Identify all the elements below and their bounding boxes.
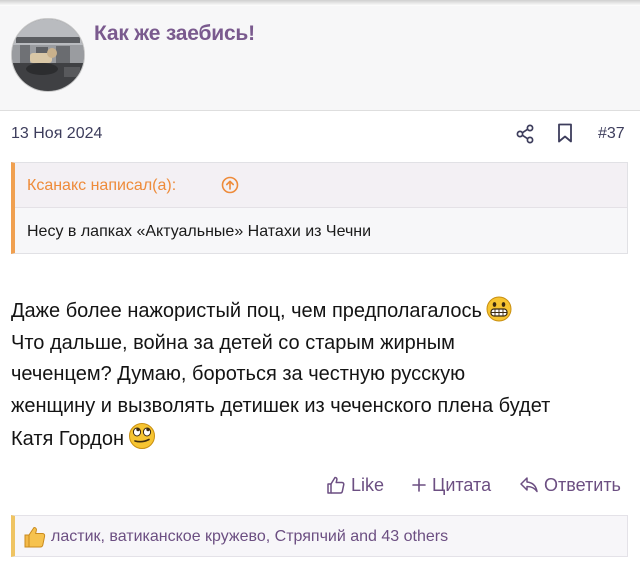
post-body-text: Катя Гордон: [11, 428, 124, 450]
post-body-line: чеченцем? Думаю, бороться за честную рус…: [11, 363, 466, 385]
quote-button[interactable]: Цитата: [411, 470, 491, 500]
quote-text: Несу в лапках «Актуальные» Натахи из Чеч…: [27, 223, 372, 240]
grinning-teeth-emoji: [486, 296, 512, 322]
arrow-up-circle-icon[interactable]: [221, 176, 239, 194]
post-author-name[interactable]: Как же заебись!: [94, 22, 255, 46]
post-number-link[interactable]: #37: [598, 125, 625, 143]
post-body-line: Что дальше, война за детей со старым жир…: [11, 331, 455, 354]
post-body-line: Даже более нажористый поц, чем предполаг…: [11, 296, 636, 328]
post-body-line: женщину и вызволять детишек из чеченског…: [11, 394, 551, 417]
post-header: Как же заебись!: [0, 6, 640, 111]
quote-author-link[interactable]: Ксанакс написал(а):: [27, 177, 176, 195]
post-date[interactable]: 13 Ноя 2024: [11, 125, 102, 143]
reactions-bar: ластик, ватиканское кружево, Стряпчий an…: [11, 515, 628, 557]
reply-arrow-icon: [520, 477, 538, 493]
avatar[interactable]: [11, 18, 85, 92]
avatar-image: [12, 19, 84, 91]
reply-label: Ответить: [544, 474, 621, 495]
eye-roll-emoji: [129, 423, 155, 449]
post-body-line: Катя Гордон: [11, 422, 636, 456]
post-body-text: Даже более нажористый поц, чем предполаг…: [11, 300, 482, 322]
plus-icon: [412, 478, 426, 492]
bookmark-icon[interactable]: [557, 123, 573, 143]
post-meta-row: 13 Ноя 2024 #37: [0, 110, 640, 158]
reply-button[interactable]: Ответить: [519, 470, 621, 500]
quote-block: Ксанакс написал(а): Несу в лапках «Актуа…: [11, 162, 628, 254]
share-icon[interactable]: [515, 124, 535, 144]
quote-header: Ксанакс написал(а):: [15, 163, 627, 208]
reactions-list[interactable]: ластик, ватиканское кружево, Стряпчий an…: [51, 528, 448, 546]
like-label: Like: [351, 474, 385, 495]
post-body: Даже более нажористый поц, чем предполаг…: [11, 296, 636, 456]
like-button[interactable]: Like: [326, 470, 384, 500]
thumbs-up-icon: [327, 476, 345, 494]
thumbs-up-icon: [24, 527, 46, 548]
post-actions-bar: Like Цитата Ответить: [0, 470, 640, 502]
quote-label: Цитата: [432, 474, 492, 495]
